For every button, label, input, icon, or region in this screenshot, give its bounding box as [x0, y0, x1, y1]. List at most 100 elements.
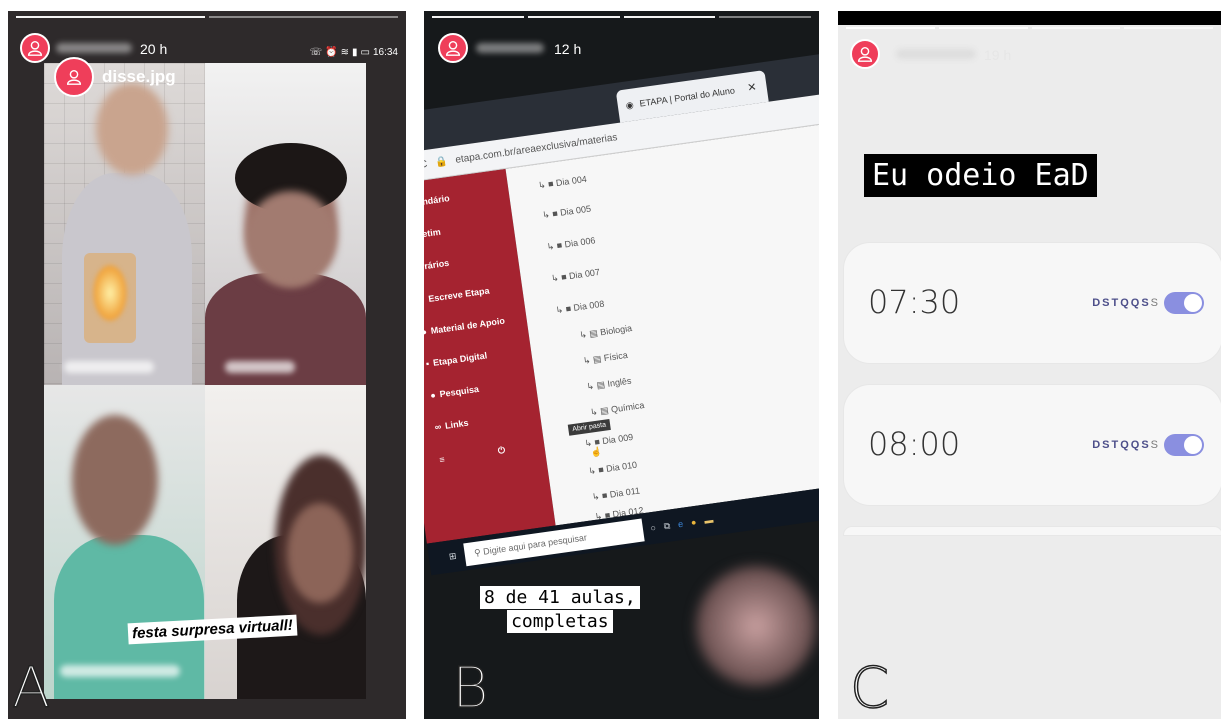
video-tile — [205, 385, 366, 699]
windows-start-icon[interactable]: ⊞ — [448, 550, 457, 562]
person-outline-icon — [66, 69, 82, 85]
folder-row[interactable]: ↳ ■ Dia 010 — [588, 460, 638, 478]
file-icon: ↳ ▤ — [585, 378, 609, 392]
progress-segment — [623, 16, 716, 18]
overlay-username-sticker: disse.jpg — [54, 57, 176, 97]
subfolder-row[interactable]: ↳ ▤ Inglês — [586, 376, 632, 393]
side-menu-item[interactable]: ✔Escreve Etapa — [424, 281, 513, 305]
panel-label: C — [849, 656, 890, 719]
hand-cursor-icon: ☝ — [590, 446, 603, 458]
blurred-participant-name — [60, 665, 180, 677]
story-progress-bar — [16, 16, 398, 18]
story-time: 12 h — [554, 41, 582, 57]
blurred-face — [72, 415, 158, 545]
folder-row[interactable]: ↳ ■ Dia 007 — [541, 230, 819, 290]
check-icon: ✔ — [424, 294, 425, 306]
blurred-username — [896, 49, 976, 59]
story-caption: 8 de 41 aulas, completas — [480, 586, 640, 635]
tooltip: Abrir pasta — [567, 418, 611, 436]
info-icon: ● — [424, 326, 428, 338]
panel-label: B — [451, 656, 489, 719]
subfolder-row[interactable]: ↳ ▤ Biologia — [579, 323, 633, 341]
side-menu-item[interactable]: Calendário — [424, 186, 499, 209]
folder-row[interactable]: ↳ ■ Dia 009☝ — [584, 432, 634, 458]
alarm-toggle[interactable] — [1164, 434, 1204, 456]
folder-row[interactable]: ↳ ■ Dia 005 — [533, 167, 814, 227]
edge-icon[interactable]: e — [677, 519, 683, 530]
cortana-icon[interactable]: ○ — [650, 523, 657, 534]
digital-icon: ▪ — [425, 358, 430, 369]
video-tile — [44, 63, 205, 385]
file-icon: ↳ ▤ — [582, 353, 605, 367]
caption-line: 8 de 41 aulas, — [480, 586, 640, 609]
person-outline-icon — [445, 40, 461, 56]
alarm-toggle[interactable] — [1164, 292, 1204, 314]
side-menu-item[interactable]: Boletim — [424, 218, 504, 241]
toggle-knob — [1184, 294, 1202, 312]
story-panel-b: 12 h ◉ ETAPA | Portal do Aluno ✕ C 🔒 eta… — [424, 11, 819, 719]
folder-icon: ↳ ■ — [537, 178, 557, 191]
progress-segment — [16, 16, 205, 18]
story-progress-bar — [432, 16, 811, 18]
story-avatar[interactable] — [850, 39, 880, 69]
video-tile — [205, 63, 366, 385]
blurred-participant-name — [225, 361, 295, 373]
progress-segment — [719, 16, 811, 18]
file-icon: ↳ ▤ — [578, 327, 601, 341]
phone-icon: ☏ — [309, 47, 323, 58]
progress-segment — [209, 16, 398, 18]
progress-segment — [432, 16, 524, 18]
wifi-icon: ≋ — [340, 47, 349, 58]
candle-flame — [92, 263, 128, 323]
folder-row[interactable]: ↳ ■ Dia 006 — [537, 199, 818, 259]
story-avatar[interactable] — [438, 33, 468, 63]
side-menu-item[interactable]: ≡ ⏻ — [439, 441, 536, 465]
side-menu-item[interactable]: ∞ Links — [434, 409, 530, 433]
side-menu-item[interactable]: ● Pesquisa — [429, 377, 526, 401]
alarm-card[interactable]: 07:30 DSTQQS S — [844, 243, 1221, 363]
materials-folder-tree: ↳ ■ Dia 004 ↳ ■ Dia 005 ↳ ■ Dia 006 ↳ ■ … — [505, 121, 819, 526]
video-call-grid — [44, 63, 366, 699]
menu-icon: ≡ — [438, 453, 446, 465]
alarm-time: 07:30 — [868, 283, 961, 321]
folder-row[interactable]: ↳ ■ Dia 004 — [528, 137, 809, 197]
status-time: 16:34 — [372, 47, 398, 58]
story-panel-a: 20 h ☏ ⏰ ≋ ▮ ▭ 16:34 disse.jpg festa sur… — [8, 11, 406, 719]
folder-row[interactable]: ↳ ■ Dia 008 — [546, 262, 819, 322]
tab-title: ETAPA | Portal do Aluno — [638, 85, 736, 109]
progress-segment — [527, 16, 620, 18]
folder-row[interactable]: ↳ ■ Dia 011 — [591, 485, 640, 503]
subfolder-row[interactable]: ↳ ▤ Física — [582, 350, 628, 367]
story-headline: Eu odeio EaD — [864, 154, 1097, 197]
alarm-card[interactable]: 08:00 DSTQQS S — [844, 385, 1221, 505]
side-menu-item[interactable]: ● Material de Apoio — [424, 314, 517, 338]
story-time: 19 h — [984, 47, 1012, 63]
top-black-band — [838, 11, 1221, 25]
blurred-username — [476, 43, 544, 53]
overlay-avatar — [54, 57, 94, 97]
folder-icon: ↳ ■ — [555, 302, 575, 316]
reload-icon[interactable]: C — [424, 159, 428, 171]
explorer-icon[interactable]: ▬ — [704, 515, 714, 526]
alarm-card-partial — [844, 527, 1221, 535]
link-icon: ∞ — [434, 421, 442, 433]
side-menu-item[interactable]: Horários — [424, 250, 508, 273]
folder-icon: ↳ ■ — [587, 463, 607, 477]
panel-label: A — [11, 656, 51, 719]
progress-segment — [1124, 27, 1213, 29]
subfolder-row[interactable]: ↳ ▤ Química — [590, 400, 646, 418]
blurred-participant-name — [64, 361, 154, 373]
signal-icon: ▮ — [352, 47, 358, 58]
story-progress-bar — [846, 27, 1213, 29]
progress-segment — [846, 27, 935, 29]
chrome-icon[interactable]: ● — [690, 517, 697, 528]
task-view-icon[interactable]: ⧉ — [663, 520, 671, 532]
progress-segment — [1031, 27, 1121, 29]
story-panel-c: 19 h Eu odeio EaD 07:30 DSTQQS S 08:00 DS… — [838, 11, 1221, 719]
story-avatar[interactable] — [20, 33, 50, 63]
lock-icon: 🔒 — [434, 156, 449, 169]
caption-line: completas — [507, 610, 613, 634]
search-bubble-icon: ● — [429, 389, 437, 401]
side-menu-item[interactable]: ▪ Etapa Digital — [425, 346, 521, 369]
close-icon[interactable]: ✕ — [747, 80, 758, 94]
